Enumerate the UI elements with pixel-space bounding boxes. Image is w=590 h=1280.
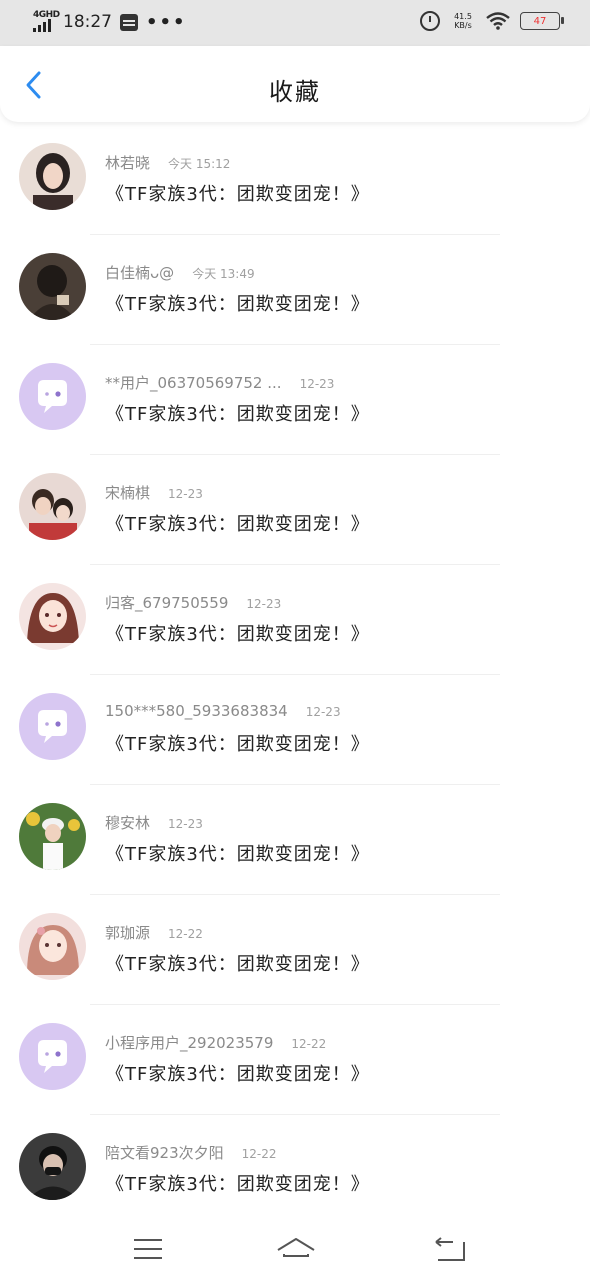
list-item[interactable]: 归客_679750559 12-23 《TF家族3代：团欺变团宠！》 [0,565,590,675]
timestamp: 12-23 [305,705,341,719]
header: 收藏 [0,46,590,122]
system-nav-bar [0,1220,590,1280]
username: 林若晓 [105,154,151,172]
list-item[interactable]: 小程序用户_292023579 12-22 《TF家族3代：团欺变团宠！》 [0,1005,590,1115]
avatar[interactable] [19,583,86,650]
username: 郭珈源 [105,924,151,942]
username: 陪文看923次夕阳 [105,1144,224,1162]
username: 小程序用户_292023579 [105,1034,274,1052]
list-item[interactable]: 陪文看923次夕阳 12-22 《TF家族3代：团欺变团宠！》 [0,1115,590,1225]
list-item[interactable]: 150***580_5933683834 12-23 《TF家族3代：团欺变团宠！… [0,675,590,785]
alarm-icon [420,11,440,31]
battery-level: 47 [533,15,547,27]
avatar[interactable] [19,253,86,320]
favorite-title[interactable]: 《TF家族3代：团欺变团宠！》 [106,180,370,206]
timestamp: 12-23 [168,487,203,501]
page-title: 收藏 [269,78,321,106]
username: **用户_06370569752 ... [105,374,282,392]
favorite-title[interactable]: 《TF家族3代：团欺变团宠！》 [106,1170,370,1196]
timestamp: 12-22 [168,927,203,941]
username: 宋楠棋 [105,484,151,502]
avatar[interactable] [19,473,86,540]
avatar[interactable] [19,143,86,210]
list-item[interactable]: 穆安林 12-23 《TF家族3代：团欺变团宠！》 [0,785,590,895]
clock: 18:27 [63,12,112,32]
timestamp: 12-23 [299,377,335,391]
favorite-title[interactable]: 《TF家族3代：团欺变团宠！》 [106,400,370,426]
list-item[interactable]: 郭珈源 12-22 《TF家族3代：团欺变团宠！》 [0,895,590,1005]
home-icon[interactable] [276,1234,316,1264]
timestamp: 12-23 [168,817,203,831]
favorite-title[interactable]: 《TF家族3代：团欺变团宠！》 [106,840,370,866]
timestamp: 12-22 [241,1147,277,1161]
list-item[interactable]: 林若晓 今天 15:12 《TF家族3代：团欺变团宠！》 [0,125,590,235]
username: 150***580_5933683834 [105,702,288,720]
username: 白佳楠ᴗ@ [105,264,175,282]
username: 穆安林 [105,814,151,832]
more-notifications-icon: ••• [146,11,187,33]
timestamp: 今天 15:12 [168,157,231,171]
speed-unit: KB/s [454,21,472,30]
speed-value: 41.5 [454,12,472,21]
battery-icon: 47 [520,12,564,30]
list-item[interactable]: 宋楠棋 12-23 《TF家族3代：团欺变团宠！》 [0,455,590,565]
favorite-title[interactable]: 《TF家族3代：团欺变团宠！》 [106,730,370,756]
wifi-icon [486,12,510,30]
calendar-icon [120,13,138,31]
avatar[interactable] [19,1133,86,1200]
status-bar: 4GHD 18:27 ••• 41.5 KB/s 47 [0,0,590,46]
back-icon[interactable] [433,1234,467,1264]
menu-icon[interactable] [131,1234,165,1264]
default-avatar-icon[interactable] [19,693,86,760]
signal-icon: 4GHD [33,10,60,34]
avatar[interactable] [19,913,86,980]
favorite-title[interactable]: 《TF家族3代：团欺变团宠！》 [106,290,370,316]
list-item[interactable]: **用户_06370569752 ... 12-23 《TF家族3代：团欺变团宠！… [0,345,590,455]
timestamp: 12-23 [246,597,282,611]
avatar[interactable] [19,803,86,870]
username: 归客_679750559 [105,594,229,612]
default-avatar-icon[interactable] [19,363,86,430]
favorite-title[interactable]: 《TF家族3代：团欺变团宠！》 [106,1060,370,1086]
favorite-title[interactable]: 《TF家族3代：团欺变团宠！》 [106,510,370,536]
network-speed: 41.5 KB/s [450,12,476,30]
default-avatar-icon[interactable] [19,1023,86,1090]
favorite-title[interactable]: 《TF家族3代：团欺变团宠！》 [106,620,370,646]
favorites-list: 林若晓 今天 15:12 《TF家族3代：团欺变团宠！》 白佳楠ᴗ@ 今天 13:4… [0,125,590,1225]
favorite-title[interactable]: 《TF家族3代：团欺变团宠！》 [106,950,370,976]
timestamp: 12-22 [291,1037,327,1051]
timestamp: 今天 13:49 [192,267,255,281]
list-item[interactable]: 白佳楠ᴗ@ 今天 13:49 《TF家族3代：团欺变团宠！》 [0,235,590,345]
